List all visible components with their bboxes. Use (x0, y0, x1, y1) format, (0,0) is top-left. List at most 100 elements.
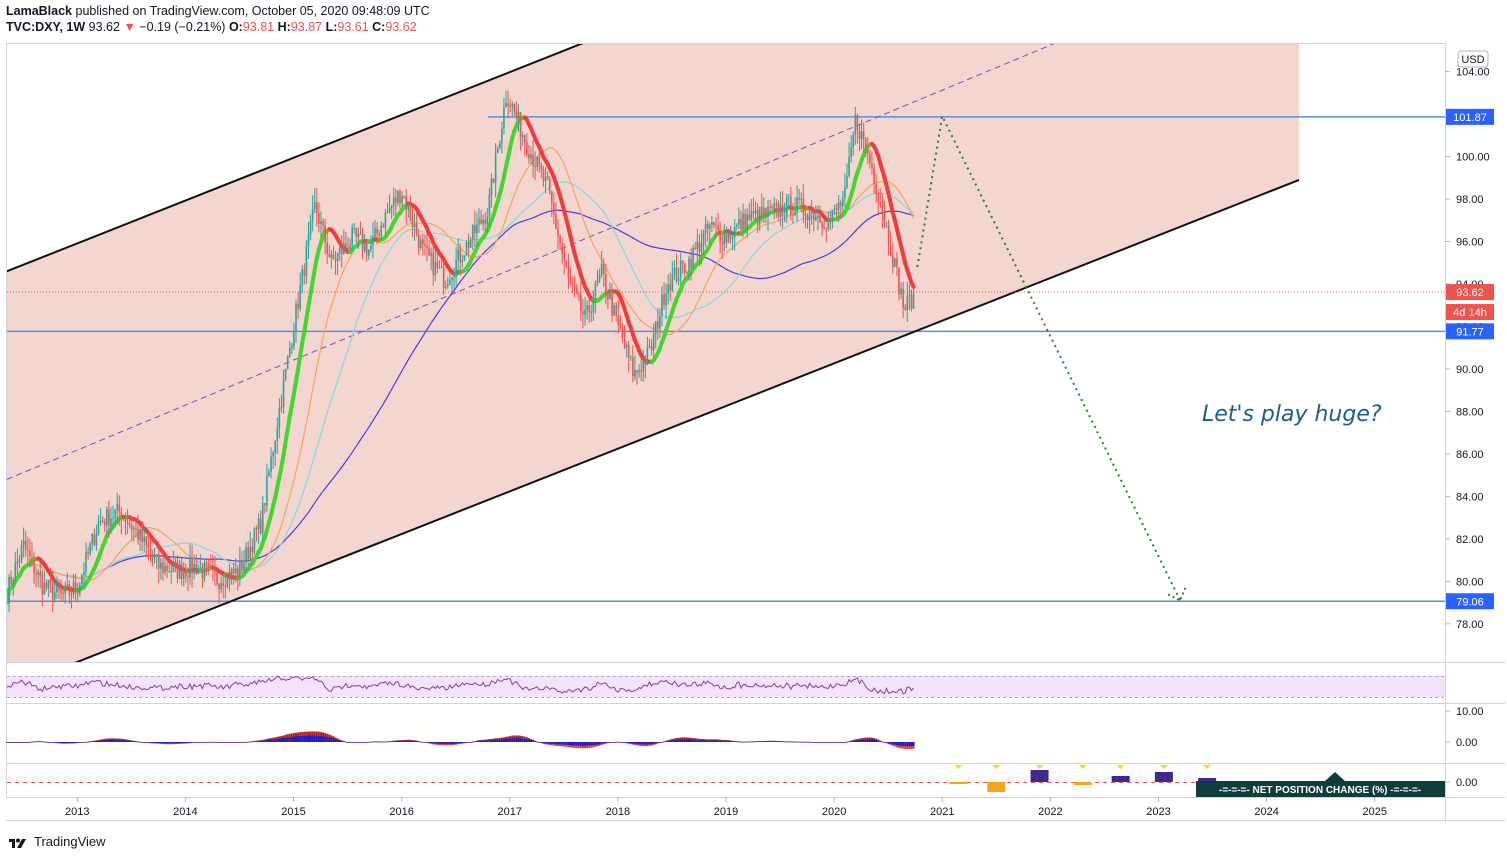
candle-body[interactable] (763, 208, 765, 216)
candle-body[interactable] (800, 198, 803, 200)
candle-body[interactable] (605, 274, 607, 294)
candle-body[interactable] (261, 503, 264, 533)
price-axis[interactable]: 78.0080.0082.0084.0086.0088.0090.0092.00… (1445, 67, 1490, 631)
candle-body[interactable] (22, 540, 25, 545)
symbol-label[interactable]: TVC:DXY, 1W (6, 20, 85, 34)
candle-body[interactable] (307, 234, 310, 247)
candle-body[interactable] (484, 219, 487, 224)
candle-body[interactable] (365, 243, 368, 256)
candle-body[interactable] (839, 202, 842, 206)
candle-body[interactable] (81, 575, 83, 585)
candle-body[interactable] (83, 571, 85, 576)
candle-body[interactable] (657, 321, 659, 329)
candle-body[interactable] (511, 104, 514, 107)
candle-body[interactable] (413, 223, 416, 227)
candle-body[interactable] (49, 579, 52, 584)
candle-body[interactable] (168, 571, 170, 573)
candle-body[interactable] (652, 334, 655, 351)
cot-panel[interactable]: -=-=-=- NET POSITION CHANGE (%) -=-=-=- (7, 765, 1445, 797)
candle-body[interactable] (459, 249, 462, 263)
candle-body[interactable] (654, 321, 657, 335)
candle-body[interactable] (41, 576, 44, 595)
candle-body[interactable] (157, 554, 160, 569)
candle-body[interactable] (640, 370, 642, 372)
candle-body[interactable] (128, 523, 131, 525)
candle-body[interactable] (823, 227, 825, 230)
candle-body[interactable] (725, 233, 728, 243)
candle-body[interactable] (249, 546, 252, 560)
candle-body[interactable] (858, 130, 861, 139)
annotation-text[interactable]: Let's play huge? (1202, 402, 1382, 427)
macd-panel[interactable] (6, 731, 915, 750)
candle-body[interactable] (234, 568, 237, 574)
candle-body[interactable] (214, 567, 216, 572)
candle-body[interactable] (856, 114, 859, 131)
candle-body[interactable] (361, 234, 364, 252)
candle-body[interactable] (85, 551, 87, 572)
time-axis[interactable]: 2013 2014 2015 2016 2017 2018 2019 2020 2021 2022… (65, 797, 1387, 818)
candle-body[interactable] (744, 213, 746, 230)
candle-body[interactable] (692, 247, 694, 269)
candle-body[interactable] (405, 196, 408, 210)
candle-body[interactable] (673, 267, 676, 275)
candle-body[interactable] (792, 214, 794, 216)
candle-body[interactable] (76, 592, 79, 594)
candle-body[interactable] (218, 583, 220, 590)
candle-body[interactable] (580, 294, 582, 312)
candle-body[interactable] (239, 561, 241, 577)
candle-body[interactable] (875, 183, 877, 194)
candle-body[interactable] (176, 561, 179, 579)
candle-body[interactable] (309, 220, 312, 235)
candle-body[interactable] (106, 509, 108, 526)
candle-body[interactable] (908, 295, 911, 297)
candle-body[interactable] (172, 563, 175, 572)
candle-body[interactable] (513, 104, 516, 112)
candle-body[interactable] (226, 572, 229, 587)
candle-body[interactable] (8, 576, 10, 603)
candle-body[interactable] (409, 204, 412, 220)
candle-body[interactable] (390, 206, 393, 209)
candle-body[interactable] (503, 107, 505, 129)
candle-body[interactable] (189, 557, 191, 578)
candle-body[interactable] (713, 222, 715, 226)
candle-body[interactable] (66, 584, 69, 586)
candle-body[interactable] (675, 267, 678, 282)
candle-body[interactable] (480, 219, 482, 224)
candle-body[interactable] (775, 203, 778, 205)
candle-body[interactable] (767, 206, 769, 217)
candle-body[interactable] (108, 509, 110, 527)
candle-body[interactable] (669, 284, 672, 291)
candle-body[interactable] (860, 131, 863, 139)
chart-canvas[interactable]: 78.0080.0082.0084.0086.0088.0090.0092.00… (0, 0, 1507, 862)
candle-body[interactable] (665, 293, 667, 306)
price-panel[interactable] (7, 0, 1445, 690)
candle-body[interactable] (532, 154, 534, 166)
candle-body[interactable] (877, 193, 880, 203)
candle-body[interactable] (47, 579, 50, 589)
candle-body[interactable] (303, 269, 306, 276)
candle-body[interactable] (419, 239, 422, 249)
candle-body[interactable] (326, 242, 329, 254)
rsi-panel[interactable] (6, 675, 1445, 698)
candle-body[interactable] (207, 564, 210, 566)
candle-body[interactable] (145, 536, 148, 545)
candle-body[interactable] (363, 243, 366, 252)
candle-body[interactable] (567, 266, 570, 277)
candle-body[interactable] (93, 534, 96, 546)
candle-body[interactable] (241, 561, 243, 571)
candle-body[interactable] (29, 550, 31, 557)
candle-body[interactable] (684, 263, 686, 273)
candle-body[interactable] (615, 305, 618, 315)
candle-body[interactable] (904, 307, 907, 311)
candle-body[interactable] (39, 571, 42, 577)
candle-body[interactable] (509, 105, 511, 107)
candle-body[interactable] (704, 223, 707, 233)
candle-body[interactable] (236, 568, 239, 577)
candle-body[interactable] (60, 590, 62, 594)
candle-body[interactable] (577, 293, 580, 295)
candle-body[interactable] (756, 210, 759, 225)
candle-body[interactable] (10, 576, 12, 585)
candle-body[interactable] (386, 212, 389, 214)
candle-body[interactable] (31, 556, 33, 558)
candle-body[interactable] (160, 562, 162, 569)
